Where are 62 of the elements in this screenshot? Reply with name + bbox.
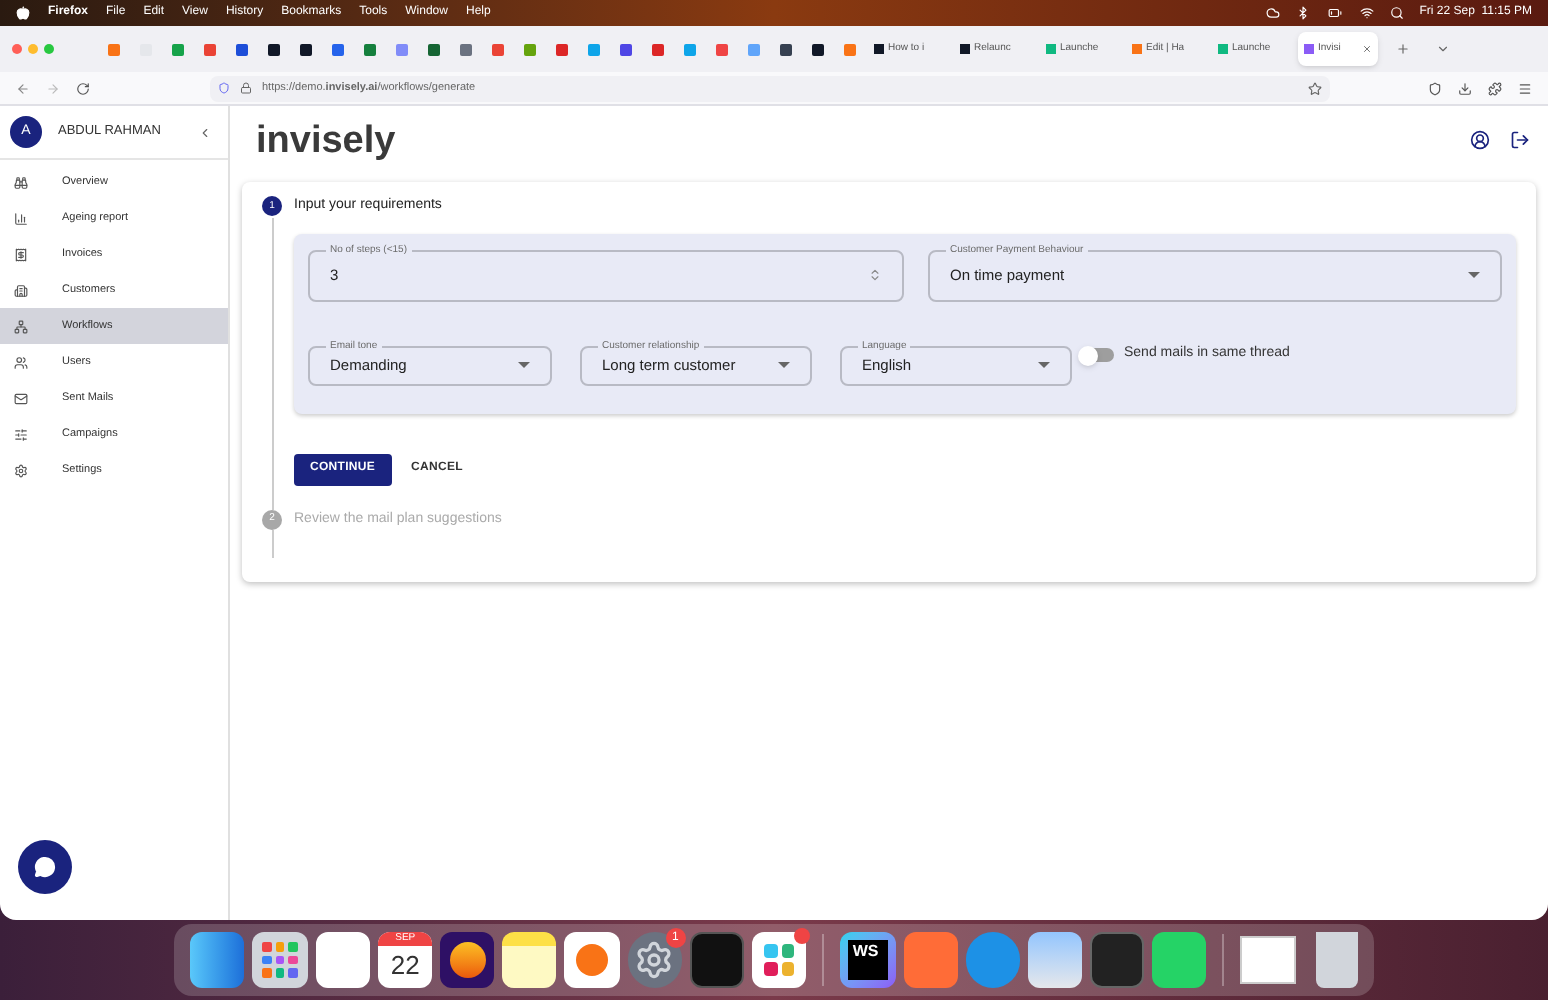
nav-icon xyxy=(14,283,28,297)
nav-icon xyxy=(14,247,28,261)
back-icon[interactable] xyxy=(16,81,30,95)
download-icon[interactable] xyxy=(1458,81,1472,95)
gear-icon xyxy=(634,940,675,980)
tab-favicon-icon xyxy=(1132,44,1142,54)
tab-favicon-icon xyxy=(960,44,970,54)
terminal-app-icon[interactable] xyxy=(689,932,744,988)
bookmark-star-icon[interactable] xyxy=(1308,81,1322,95)
tab-list-icon[interactable] xyxy=(1436,42,1450,56)
pinned-tab-icon[interactable] xyxy=(811,43,823,55)
bluetooth-icon[interactable] xyxy=(1295,6,1310,20)
dropdown-caret-icon xyxy=(1468,272,1480,278)
chat-icon xyxy=(34,856,56,878)
chat-app-icon[interactable] xyxy=(751,932,807,988)
launchpad-app-icon[interactable] xyxy=(252,932,308,988)
tab-favicon-icon xyxy=(1046,44,1056,54)
cloud-icon[interactable] xyxy=(1265,6,1280,20)
stepper-icon[interactable] xyxy=(867,268,882,282)
logo: invisely xyxy=(256,121,396,159)
tab-favicon-icon xyxy=(1218,44,1228,54)
tab-favicon-icon xyxy=(874,44,884,54)
lock-icon xyxy=(240,82,252,94)
account-icon[interactable] xyxy=(1470,130,1490,150)
messaging-app-icon[interactable] xyxy=(1152,932,1207,988)
calendar-day: 22 xyxy=(390,946,420,984)
pinned-tab-icon[interactable] xyxy=(267,43,279,55)
nav-icon xyxy=(14,211,28,225)
chat-bubble-button[interactable] xyxy=(18,840,72,894)
menu-icon[interactable] xyxy=(1518,81,1532,95)
dropdown-caret-icon xyxy=(518,362,530,368)
pinned-tab-icon[interactable] xyxy=(299,43,311,55)
nav-icon xyxy=(14,427,28,441)
battery-icon[interactable] xyxy=(1325,6,1344,20)
nav-icon xyxy=(14,391,28,405)
dropdown-caret-icon xyxy=(778,362,790,368)
finder-app-icon[interactable] xyxy=(190,932,245,988)
search-icon[interactable] xyxy=(1389,6,1404,20)
nav-icon xyxy=(14,355,28,369)
pinned-tab-icon[interactable] xyxy=(779,43,791,55)
new-tab-icon[interactable] xyxy=(1396,42,1410,56)
logout-icon[interactable] xyxy=(1510,130,1530,150)
tab-favicon-icon xyxy=(1304,44,1314,54)
toggle-switch[interactable] xyxy=(1080,348,1114,362)
toggle-thumb xyxy=(1078,345,1098,365)
shield-icon xyxy=(218,82,230,94)
pinned-tab-icon[interactable] xyxy=(427,43,439,55)
ide-app-icon[interactable]: WS xyxy=(840,932,896,988)
notes-app-icon[interactable] xyxy=(502,932,557,988)
collapse-icon[interactable] xyxy=(198,125,212,139)
document-thumbnail[interactable] xyxy=(1240,936,1296,984)
terminal-app-icon[interactable] xyxy=(1090,932,1145,988)
wifi-icon[interactable] xyxy=(1359,6,1374,20)
nav-icon xyxy=(14,175,28,189)
dropdown-caret-icon xyxy=(1038,362,1050,368)
apple-icon[interactable] xyxy=(16,6,30,20)
browser-app-icon[interactable] xyxy=(440,932,495,988)
nav-icon xyxy=(14,319,28,333)
nav-icon xyxy=(14,463,28,477)
extensions-icon[interactable] xyxy=(1488,81,1502,95)
freeform-app-icon[interactable] xyxy=(564,932,620,988)
reload-icon[interactable] xyxy=(76,81,90,95)
